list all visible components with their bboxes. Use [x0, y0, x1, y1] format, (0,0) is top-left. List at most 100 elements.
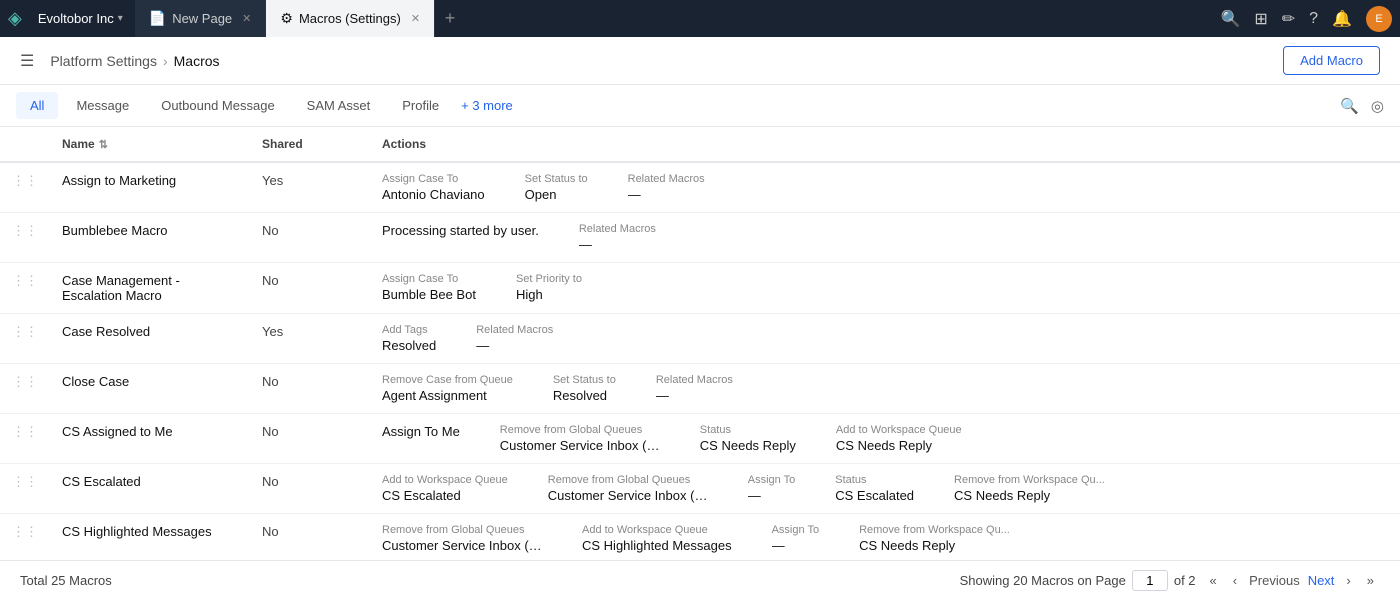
- action-label: Related Macros: [476, 324, 553, 336]
- filter-tab-message[interactable]: Message: [62, 92, 143, 119]
- macro-name-cell: Close Case: [50, 364, 250, 414]
- drag-handle[interactable]: ⋮⋮: [0, 514, 50, 561]
- drag-handle[interactable]: ⋮⋮: [0, 213, 50, 263]
- sort-icon: ⇅: [99, 138, 108, 151]
- col-header-name[interactable]: Name ⇅: [50, 127, 250, 162]
- action-value: Resolved: [382, 338, 436, 353]
- action-group: StatusCS Escalated: [835, 474, 914, 503]
- action-label: Status: [835, 474, 914, 486]
- macro-shared-cell: Yes: [250, 314, 370, 364]
- action-group: Set Priority toHigh: [516, 273, 582, 302]
- action-label: Set Priority to: [516, 273, 582, 285]
- action-group: Related Macros —: [476, 324, 553, 353]
- macro-shared-cell: No: [250, 364, 370, 414]
- action-label: Add to Workspace Queue: [382, 474, 508, 486]
- action-group: Set Status toResolved: [553, 374, 616, 403]
- table-row: ⋮⋮Case Management - Escalation MacroNoAs…: [0, 263, 1400, 314]
- table-row: ⋮⋮CS Highlighted MessagesNoRemove from G…: [0, 514, 1400, 561]
- tab-new-page-close-icon[interactable]: ✕: [242, 12, 251, 25]
- hamburger-icon[interactable]: ☰: [20, 51, 34, 71]
- showing-label: Showing 20 Macros on Page: [960, 573, 1126, 588]
- action-value: —: [748, 488, 796, 503]
- action-value: CS Highlighted Messages: [582, 538, 732, 553]
- prev-page-button[interactable]: ‹: [1227, 571, 1243, 590]
- action-group: Add to Workspace QueueCS Highlighted Mes…: [582, 524, 732, 553]
- breadcrumb: Platform Settings › Macros: [50, 53, 219, 69]
- action-label: Assign To: [772, 524, 820, 536]
- drag-handle[interactable]: ⋮⋮: [0, 263, 50, 314]
- logo-icon: ◈: [8, 8, 22, 29]
- action-group: Related Macros—: [628, 173, 705, 202]
- macro-shared-cell: No: [250, 213, 370, 263]
- app-name-button[interactable]: Evoltobor Inc ▾: [30, 0, 131, 37]
- drag-handle[interactable]: ⋮⋮: [0, 364, 50, 414]
- action-label: Remove from Workspace Qu...: [954, 474, 1105, 486]
- action-group: Set Status toOpen: [525, 173, 588, 202]
- table-search-icon[interactable]: 🔍: [1340, 97, 1359, 115]
- action-group: Remove from Global QueuesCustomer Servic…: [500, 424, 660, 453]
- action-group: Add Tags Resolved: [382, 324, 436, 353]
- macro-name-cell: CS Highlighted Messages: [50, 514, 250, 561]
- total-macros-label: Total 25 Macros: [20, 573, 112, 588]
- macro-shared-cell: Yes: [250, 162, 370, 213]
- action-label: Status: [700, 424, 796, 436]
- col-header-actions: Actions: [370, 127, 1400, 162]
- tab-macros-icon: ⚙: [280, 10, 293, 27]
- action-label: Add Tags: [382, 324, 436, 336]
- table-filter-icon[interactable]: ◎: [1371, 97, 1384, 115]
- macro-name-cell: Case Management - Escalation Macro: [50, 263, 250, 314]
- action-label: Add to Workspace Queue: [836, 424, 962, 436]
- action-value: Bumble Bee Bot: [382, 287, 476, 302]
- table-row: ⋮⋮CS EscalatedNoAdd to Workspace QueueCS…: [0, 464, 1400, 514]
- tab-macros-close-icon[interactable]: ✕: [411, 12, 420, 25]
- action-group: Add to Workspace QueueCS Needs Reply: [836, 424, 962, 453]
- avatar[interactable]: E: [1366, 6, 1392, 32]
- edit-icon[interactable]: ✏: [1282, 9, 1295, 29]
- action-group: Assign To —: [772, 524, 820, 553]
- action-value: —: [476, 338, 553, 353]
- table-container: Name ⇅ Shared Actions ⋮⋮Assign to Market…: [0, 127, 1400, 560]
- action-value: Antonio Chaviano: [382, 187, 485, 202]
- add-tab-button[interactable]: +: [435, 0, 465, 37]
- filter-tabs: All Message Outbound Message SAM Asset P…: [0, 85, 1400, 127]
- action-group: Remove from Workspace Qu...CS Needs Repl…: [859, 524, 1010, 553]
- footer: Total 25 Macros Showing 20 Macros on Pag…: [0, 560, 1400, 600]
- help-icon[interactable]: ?: [1309, 10, 1318, 28]
- macro-name-cell: CS Assigned to Me: [50, 414, 250, 464]
- action-group: Remove from Global QueuesCustomer Servic…: [548, 474, 708, 503]
- app-name-chevron-icon: ▾: [118, 13, 123, 24]
- table-row: ⋮⋮Close CaseNoRemove Case from QueueAgen…: [0, 364, 1400, 414]
- last-page-button[interactable]: »: [1361, 571, 1380, 590]
- action-value: —: [772, 538, 820, 553]
- action-group: Processing started by user.: [382, 223, 539, 252]
- action-group: Related Macros—: [656, 374, 733, 403]
- filter-tab-outbound[interactable]: Outbound Message: [147, 92, 288, 119]
- filter-tab-all[interactable]: All: [16, 92, 58, 119]
- add-macro-button[interactable]: Add Macro: [1283, 46, 1380, 75]
- breadcrumb-separator: ›: [163, 53, 168, 69]
- filter-tab-profile[interactable]: Profile: [388, 92, 453, 119]
- first-page-button[interactable]: «: [1204, 571, 1223, 590]
- action-label: Remove from Global Queues: [500, 424, 660, 436]
- next-page-button[interactable]: ›: [1340, 571, 1356, 590]
- action-group: StatusCS Needs Reply: [700, 424, 796, 453]
- macro-name-cell: Case Resolved: [50, 314, 250, 364]
- macro-shared-cell: No: [250, 414, 370, 464]
- action-label: Related Macros: [628, 173, 705, 185]
- top-nav: ◈ Evoltobor Inc ▾ 📄 New Page ✕ ⚙ Macros …: [0, 0, 1400, 37]
- macro-actions-cell: Assign Case ToAntonio ChavianoSet Status…: [370, 162, 1400, 213]
- macro-shared-cell: No: [250, 263, 370, 314]
- header-left: ☰ Platform Settings › Macros: [20, 51, 220, 71]
- grid-icon[interactable]: ⊞: [1254, 9, 1267, 29]
- drag-handle[interactable]: ⋮⋮: [0, 162, 50, 213]
- tab-new-page[interactable]: 📄 New Page ✕: [135, 0, 267, 37]
- bell-icon[interactable]: 🔔: [1332, 9, 1352, 29]
- tab-macros-settings[interactable]: ⚙ Macros (Settings) ✕: [266, 0, 435, 37]
- filter-tab-more[interactable]: + 3 more: [461, 98, 513, 113]
- drag-handle[interactable]: ⋮⋮: [0, 414, 50, 464]
- filter-tab-sam-asset[interactable]: SAM Asset: [293, 92, 385, 119]
- page-input[interactable]: [1132, 570, 1168, 591]
- search-icon[interactable]: 🔍: [1220, 9, 1240, 29]
- drag-handle[interactable]: ⋮⋮: [0, 314, 50, 364]
- drag-handle[interactable]: ⋮⋮: [0, 464, 50, 514]
